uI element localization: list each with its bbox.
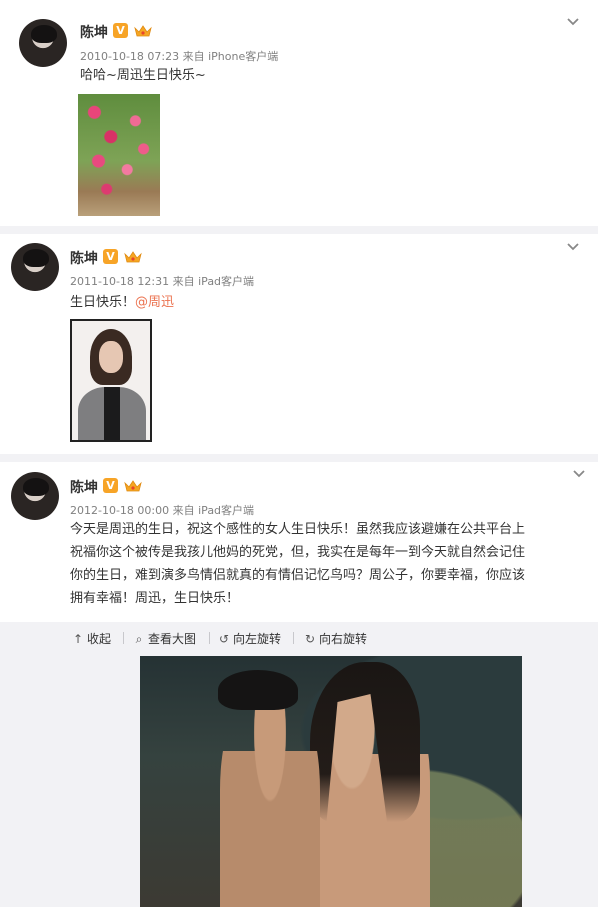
portrait-photo[interactable] xyxy=(70,319,152,442)
avatar[interactable] xyxy=(19,19,67,67)
post-time[interactable]: 2012-10-18 00:00 xyxy=(70,504,169,517)
avatar[interactable] xyxy=(11,243,59,291)
verified-badge: V xyxy=(103,478,118,493)
photo-detail xyxy=(218,670,298,710)
post-text-body: 生日快乐！ xyxy=(70,295,136,310)
post-text-line: 祝福你这个被传是我孩儿他妈的死党，但，我实在是每年一到今天就自然会记住 xyxy=(70,545,526,560)
rotate-right-icon: ↻ xyxy=(304,632,316,646)
post-text-line: 拥有幸福！周迅，生日快乐！ xyxy=(70,591,240,606)
photo-detail xyxy=(220,686,320,907)
verified-badge: V xyxy=(103,249,118,264)
crown-icon xyxy=(124,480,142,492)
toolbar-separator xyxy=(209,632,210,644)
post-text: 哈哈~周迅生日快乐~ xyxy=(80,68,206,83)
post-text-line: 你的生日，难到演多鸟情侣就真的有情侣记忆鸟吗？周公子，你要幸福，你应该 xyxy=(70,568,526,583)
post-source: 来自 iPad客户端 xyxy=(172,275,255,288)
collapse-button[interactable]: ↑ 收起 xyxy=(72,630,111,647)
post-divider xyxy=(0,226,598,234)
view-large-button[interactable]: ⌕ 查看大图 xyxy=(133,630,196,647)
post-text: 今天是周迅的生日，祝这个感性的女人生日快乐！虽然我应该避嫌在公共平台上 祝福你这… xyxy=(70,518,590,610)
crown-icon xyxy=(134,25,152,37)
post-time[interactable]: 2010-10-18 07:23 xyxy=(80,50,179,63)
post-source: 来自 iPhone客户端 xyxy=(182,50,279,63)
post-meta: 2012-10-18 00:00 来自 iPad客户端 xyxy=(70,502,254,518)
post-time[interactable]: 2011-10-18 12:31 xyxy=(70,275,169,288)
roses-photo[interactable] xyxy=(78,94,160,216)
post-source: 来自 iPad客户端 xyxy=(172,504,255,517)
author-name[interactable]: 陈坤 xyxy=(80,22,108,42)
verified-badge: V xyxy=(113,23,128,38)
photo-detail xyxy=(99,341,123,373)
mention-link[interactable]: @周迅 xyxy=(135,295,174,310)
toolbar-separator xyxy=(293,632,294,644)
rotate-left-icon: ↺ xyxy=(218,632,230,646)
post-text: 生日快乐！@周迅 xyxy=(70,291,174,314)
post-meta: 2010-10-18 07:23 来自 iPhone客户端 xyxy=(80,48,278,64)
chevron-down-icon[interactable] xyxy=(572,469,586,479)
author-name[interactable]: 陈坤 xyxy=(70,477,98,497)
chevron-down-icon[interactable] xyxy=(566,242,580,252)
rotate-right-label: 向右旋转 xyxy=(319,632,368,646)
crown-icon xyxy=(124,251,142,263)
collapse-label: 收起 xyxy=(87,632,112,646)
search-icon: ⌕ xyxy=(135,632,143,646)
author-name[interactable]: 陈坤 xyxy=(70,248,98,268)
post-meta: 2011-10-18 12:31 来自 iPad客户端 xyxy=(70,273,254,289)
avatar[interactable] xyxy=(11,472,59,520)
photo-detail xyxy=(78,387,146,440)
couple-photo[interactable] xyxy=(140,656,522,907)
rotate-left-label: 向左旋转 xyxy=(233,632,282,646)
chevron-down-icon[interactable] xyxy=(566,17,580,27)
view-large-label: 查看大图 xyxy=(148,632,197,646)
rotate-left-button[interactable]: ↺ 向左旋转 xyxy=(218,630,281,647)
rotate-right-button[interactable]: ↻ 向右旋转 xyxy=(304,630,367,647)
post-text-line: 今天是周迅的生日，祝这个感性的女人生日快乐！虽然我应该避嫌在公共平台上 xyxy=(70,522,526,537)
post-divider xyxy=(0,454,598,462)
toolbar-separator xyxy=(123,632,124,644)
collapse-arrow-icon: ↑ xyxy=(72,632,84,646)
